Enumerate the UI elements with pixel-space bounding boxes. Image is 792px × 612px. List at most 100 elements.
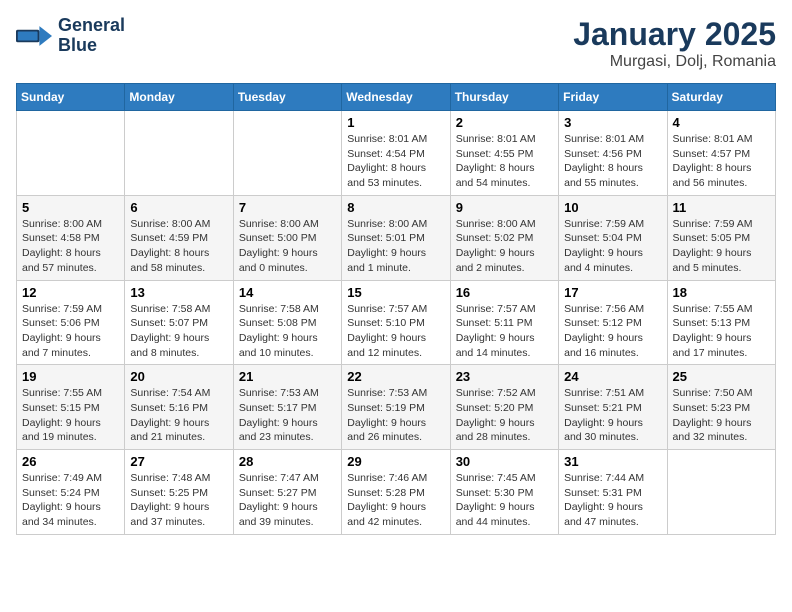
calendar-cell: 5Sunrise: 8:00 AM Sunset: 4:58 PM Daylig…: [17, 195, 125, 280]
calendar-cell: 11 Sunrise: 7:59 AM Sunset: 5:05 PM Dayli…: [667, 195, 775, 280]
logo-icon: [16, 22, 52, 50]
day-info: Sunrise: 8:01 AM Sunset: 4:55 PM Dayligh…: [456, 132, 553, 191]
day-number: 25: [673, 369, 770, 384]
day-number: 11: [673, 200, 770, 215]
day-info: Sunrise: 8:00 AM Sunset: 5:00 PM Dayligh…: [239, 217, 336, 276]
location-title: Murgasi, Dolj, Romania: [573, 53, 776, 71]
day-number: 4: [673, 115, 770, 130]
logo-line1: General: [58, 16, 125, 36]
day-number: 6: [130, 200, 227, 215]
weekday-header: Saturday: [667, 84, 775, 111]
weekday-header-row: SundayMondayTuesdayWednesdayThursdayFrid…: [17, 84, 776, 111]
calendar-week-row: 12Sunrise: 7:59 AM Sunset: 5:06 PM Dayli…: [17, 280, 776, 365]
day-info: Sunrise: 7:49 AM Sunset: 5:24 PM Dayligh…: [22, 471, 119, 530]
day-info: Sunrise: 7:53 AM Sunset: 5:19 PM Dayligh…: [347, 386, 444, 445]
day-info: Sunrise: 7:44 AM Sunset: 5:31 PM Dayligh…: [564, 471, 661, 530]
weekday-header: Thursday: [450, 84, 558, 111]
day-info: Sunrise: 7:54 AM Sunset: 5:16 PM Dayligh…: [130, 386, 227, 445]
calendar-cell: 26 Sunrise: 7:49 AM Sunset: 5:24 PM Dayli…: [17, 450, 125, 535]
day-info: Sunrise: 7:47 AM Sunset: 5:27 PM Dayligh…: [239, 471, 336, 530]
day-number: 3: [564, 115, 661, 130]
calendar-cell: 6 Sunrise: 8:00 AM Sunset: 4:59 PM Daylig…: [125, 195, 233, 280]
day-number: 12: [22, 285, 119, 300]
day-number: 17: [564, 285, 661, 300]
day-info: Sunrise: 7:46 AM Sunset: 5:28 PM Dayligh…: [347, 471, 444, 530]
calendar-cell: [125, 111, 233, 196]
day-number: 27: [130, 454, 227, 469]
day-info: Sunrise: 7:51 AM Sunset: 5:21 PM Dayligh…: [564, 386, 661, 445]
logo: General Blue: [16, 16, 125, 56]
calendar-cell: 19 Sunrise: 7:55 AM Sunset: 5:15 PM Dayli…: [17, 365, 125, 450]
day-number: 9: [456, 200, 553, 215]
day-number: 31: [564, 454, 661, 469]
day-number: 7: [239, 200, 336, 215]
day-info: Sunrise: 7:55 AM Sunset: 5:15 PM Dayligh…: [22, 386, 119, 445]
calendar-cell: 31 Sunrise: 7:44 AM Sunset: 5:31 PM Dayli…: [559, 450, 667, 535]
day-number: 23: [456, 369, 553, 384]
day-info: Sunrise: 7:52 AM Sunset: 5:20 PM Dayligh…: [456, 386, 553, 445]
weekday-header: Wednesday: [342, 84, 450, 111]
calendar-cell: 23 Sunrise: 7:52 AM Sunset: 5:20 PM Dayli…: [450, 365, 558, 450]
calendar-cell: 4 Sunrise: 8:01 AM Sunset: 4:57 PM Daylig…: [667, 111, 775, 196]
calendar-week-row: 5Sunrise: 8:00 AM Sunset: 4:58 PM Daylig…: [17, 195, 776, 280]
calendar-cell: [667, 450, 775, 535]
day-info: Sunrise: 7:56 AM Sunset: 5:12 PM Dayligh…: [564, 302, 661, 361]
day-info: Sunrise: 7:45 AM Sunset: 5:30 PM Dayligh…: [456, 471, 553, 530]
calendar-cell: [17, 111, 125, 196]
page-header: General Blue January 2025 Murgasi, Dolj,…: [16, 16, 776, 71]
day-number: 16: [456, 285, 553, 300]
calendar-week-row: 19 Sunrise: 7:55 AM Sunset: 5:15 PM Dayli…: [17, 365, 776, 450]
day-number: 5: [22, 200, 119, 215]
day-info: Sunrise: 7:59 AM Sunset: 5:05 PM Dayligh…: [673, 217, 770, 276]
day-info: Sunrise: 8:00 AM Sunset: 5:01 PM Dayligh…: [347, 217, 444, 276]
calendar-cell: 22Sunrise: 7:53 AM Sunset: 5:19 PM Dayli…: [342, 365, 450, 450]
day-info: Sunrise: 8:00 AM Sunset: 4:59 PM Dayligh…: [130, 217, 227, 276]
day-number: 2: [456, 115, 553, 130]
calendar-cell: 2 Sunrise: 8:01 AM Sunset: 4:55 PM Daylig…: [450, 111, 558, 196]
day-info: Sunrise: 7:55 AM Sunset: 5:13 PM Dayligh…: [673, 302, 770, 361]
calendar-cell: 1Sunrise: 8:01 AM Sunset: 4:54 PM Daylig…: [342, 111, 450, 196]
calendar-cell: 20 Sunrise: 7:54 AM Sunset: 5:16 PM Dayli…: [125, 365, 233, 450]
day-info: Sunrise: 8:01 AM Sunset: 4:56 PM Dayligh…: [564, 132, 661, 191]
day-info: Sunrise: 8:00 AM Sunset: 5:02 PM Dayligh…: [456, 217, 553, 276]
weekday-header: Tuesday: [233, 84, 341, 111]
day-number: 20: [130, 369, 227, 384]
calendar-table: SundayMondayTuesdayWednesdayThursdayFrid…: [16, 83, 776, 535]
calendar-cell: 17 Sunrise: 7:56 AM Sunset: 5:12 PM Dayli…: [559, 280, 667, 365]
calendar-cell: 16Sunrise: 7:57 AM Sunset: 5:11 PM Dayli…: [450, 280, 558, 365]
day-info: Sunrise: 7:58 AM Sunset: 5:08 PM Dayligh…: [239, 302, 336, 361]
day-number: 26: [22, 454, 119, 469]
day-info: Sunrise: 8:01 AM Sunset: 4:54 PM Dayligh…: [347, 132, 444, 191]
day-number: 24: [564, 369, 661, 384]
day-number: 8: [347, 200, 444, 215]
calendar-cell: 28Sunrise: 7:47 AM Sunset: 5:27 PM Dayli…: [233, 450, 341, 535]
calendar-cell: 25 Sunrise: 7:50 AM Sunset: 5:23 PM Dayli…: [667, 365, 775, 450]
calendar-week-row: 1Sunrise: 8:01 AM Sunset: 4:54 PM Daylig…: [17, 111, 776, 196]
month-title: January 2025: [573, 16, 776, 53]
day-info: Sunrise: 7:57 AM Sunset: 5:10 PM Dayligh…: [347, 302, 444, 361]
day-number: 21: [239, 369, 336, 384]
day-info: Sunrise: 7:50 AM Sunset: 5:23 PM Dayligh…: [673, 386, 770, 445]
calendar-cell: 29 Sunrise: 7:46 AM Sunset: 5:28 PM Dayli…: [342, 450, 450, 535]
calendar-cell: 21 Sunrise: 7:53 AM Sunset: 5:17 PM Dayli…: [233, 365, 341, 450]
calendar-cell: 18 Sunrise: 7:55 AM Sunset: 5:13 PM Dayli…: [667, 280, 775, 365]
day-number: 29: [347, 454, 444, 469]
day-number: 15: [347, 285, 444, 300]
calendar-cell: 15 Sunrise: 7:57 AM Sunset: 5:10 PM Dayli…: [342, 280, 450, 365]
day-info: Sunrise: 7:59 AM Sunset: 5:04 PM Dayligh…: [564, 217, 661, 276]
weekday-header: Monday: [125, 84, 233, 111]
day-number: 13: [130, 285, 227, 300]
day-number: 19: [22, 369, 119, 384]
day-number: 10: [564, 200, 661, 215]
calendar-cell: 7 Sunrise: 8:00 AM Sunset: 5:00 PM Daylig…: [233, 195, 341, 280]
day-number: 30: [456, 454, 553, 469]
day-number: 18: [673, 285, 770, 300]
day-info: Sunrise: 7:48 AM Sunset: 5:25 PM Dayligh…: [130, 471, 227, 530]
calendar-cell: [233, 111, 341, 196]
day-info: Sunrise: 8:01 AM Sunset: 4:57 PM Dayligh…: [673, 132, 770, 191]
calendar-cell: 27 Sunrise: 7:48 AM Sunset: 5:25 PM Dayli…: [125, 450, 233, 535]
calendar-cell: 12Sunrise: 7:59 AM Sunset: 5:06 PM Dayli…: [17, 280, 125, 365]
calendar-cell: 8 Sunrise: 8:00 AM Sunset: 5:01 PM Daylig…: [342, 195, 450, 280]
day-number: 14: [239, 285, 336, 300]
day-info: Sunrise: 7:53 AM Sunset: 5:17 PM Dayligh…: [239, 386, 336, 445]
